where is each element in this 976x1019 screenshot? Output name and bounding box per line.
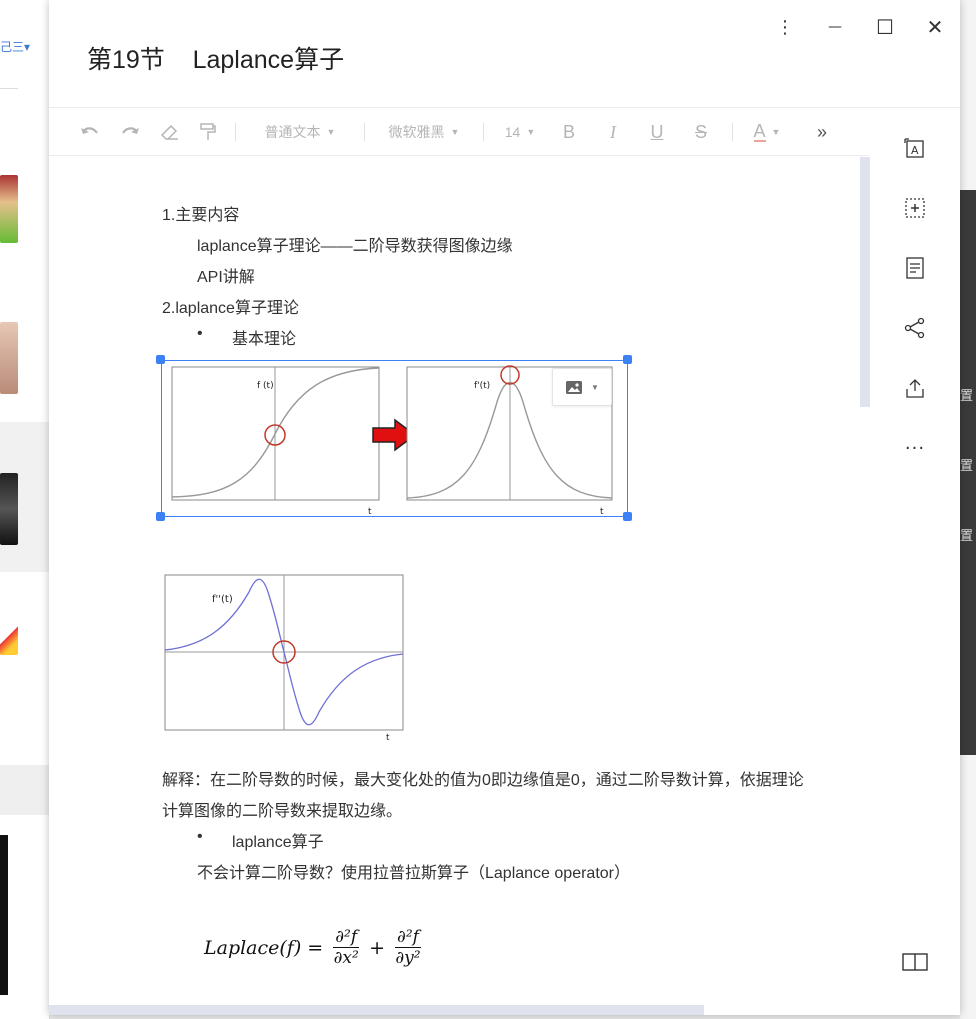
background-app-left: 己三▾ (0, 0, 50, 1019)
background-text: 置 (960, 529, 974, 544)
note-paragraph: 不会计算二阶导数？使用拉普拉斯算子（Laplance operator） (197, 865, 630, 882)
list-item: laplance算子理论——二阶导数获得图像边缘 (197, 238, 513, 255)
vertical-scrollbar[interactable] (860, 157, 870, 407)
bullet-dot: • (197, 828, 203, 845)
second-derivative-graph-image[interactable]: f''(t) t (164, 572, 409, 742)
more-tools-button[interactable]: » (807, 117, 837, 147)
undo-icon (81, 127, 98, 134)
redo-button[interactable] (115, 117, 145, 147)
upload-icon (906, 379, 924, 398)
note-editor-window: 第19节 Laplance算子 ⋮ — ☐ ✕ 普通文本 ▼ 微软雅黑 ▼ 14 ▼ (49, 0, 960, 1015)
background-menu-stub: 己三▾ (0, 40, 31, 54)
formula-plus: + (369, 936, 386, 959)
horizontal-scrollbar[interactable] (49, 1005, 704, 1015)
bullet-item-laplance: laplance算子 (232, 834, 324, 851)
close-button[interactable]: ✕ (922, 14, 948, 40)
graph3-ylabel: f''(t) (212, 594, 233, 605)
chevron-down-icon: ▼ (591, 382, 599, 392)
underline-button[interactable]: U (640, 117, 674, 147)
font-color-select[interactable]: A ▼ (747, 117, 787, 147)
clear-format-button[interactable] (155, 117, 185, 147)
document-title[interactable]: 第19节 Laplance算子 (87, 40, 344, 76)
font-family-label: 微软雅黑 (388, 124, 445, 140)
export-button[interactable] (900, 373, 930, 403)
background-thumbnail (0, 322, 18, 394)
resize-handle[interactable] (623, 512, 632, 521)
chevron-down-icon: ▼ (326, 127, 336, 137)
undo-button[interactable] (75, 117, 105, 147)
add-box-icon (905, 198, 925, 218)
resize-handle[interactable] (156, 512, 165, 521)
toolbar-divider (364, 123, 365, 141)
formula-denominator: ∂y² (395, 948, 421, 968)
chevron-down-icon: ▼ (771, 127, 781, 137)
paragraph-style-select[interactable]: 普通文本 ▼ (250, 117, 350, 147)
formula-lhs: Laplace(f) = (204, 936, 324, 959)
title-bar: 第19节 Laplance算子 ⋮ — ☐ ✕ (49, 0, 960, 108)
panel-layout-icon (902, 953, 928, 971)
format-painter-button[interactable] (195, 117, 221, 147)
insert-button[interactable] (900, 193, 930, 223)
eraser-icon (161, 124, 178, 140)
more-sidebar-button[interactable]: ··· (900, 433, 930, 463)
bold-button[interactable]: B (552, 117, 586, 147)
divider (0, 88, 18, 89)
italic-button[interactable]: I (596, 117, 630, 147)
font-size-label: 14 (504, 124, 521, 140)
background-dark-panel (0, 835, 8, 995)
maximize-button[interactable]: ☐ (872, 14, 898, 40)
format-painter-icon (200, 123, 216, 140)
graph3-xlabel: t (386, 733, 390, 742)
right-sidebar: A ··· (870, 109, 960, 1015)
heading-main-content: 1.主要内容 (162, 207, 240, 224)
more-options-button[interactable]: ⋮ (772, 14, 798, 40)
resize-handle[interactable] (156, 355, 165, 364)
toolbar-divider (235, 123, 236, 141)
heading-theory: 2.laplance算子理论 (162, 300, 299, 317)
background-app-right: 置 置 置 (960, 0, 976, 1019)
formula-denominator: ∂x² (333, 948, 359, 968)
font-family-select[interactable]: 微软雅黑 ▼ (379, 117, 469, 147)
paragraph-style-label: 普通文本 (264, 124, 321, 140)
minimize-button[interactable]: — (822, 14, 848, 40)
redo-icon (122, 127, 139, 134)
explanation-paragraph: 计算图像的二阶导数来提取边缘。 (162, 803, 403, 820)
background-thumbnail (0, 473, 18, 545)
text-box-icon: A (904, 138, 924, 158)
laplace-formula: Laplace(f) = ∂²f ∂x² + ∂²f ∂y² (204, 927, 425, 968)
share-button[interactable] (900, 313, 930, 343)
background-text: 置 (960, 389, 974, 404)
bullet-item-basic-theory: 基本理论 (232, 331, 297, 348)
background-row (0, 765, 50, 815)
share-icon (904, 317, 925, 339)
document-icon (906, 257, 924, 279)
background-thumbnail (0, 175, 18, 243)
text-style-button[interactable]: A (900, 133, 930, 163)
formula-numerator: ∂²f (333, 927, 360, 948)
font-size-select[interactable]: 14 ▼ (498, 117, 542, 147)
formula-fraction: ∂²f ∂x² (333, 927, 360, 968)
bullet-dot: • (197, 325, 203, 342)
outline-button[interactable] (900, 253, 930, 283)
background-thumbnail (0, 625, 18, 655)
font-color-icon: A (753, 121, 766, 142)
toolbar-divider (483, 123, 484, 141)
toggle-panel-button[interactable] (900, 947, 930, 977)
strikethrough-button[interactable]: S (684, 117, 718, 147)
image-icon (566, 380, 583, 394)
list-item: API讲解 (197, 269, 255, 286)
chevron-down-icon: ▼ (450, 127, 460, 137)
svg-text:A: A (911, 144, 919, 157)
explanation-paragraph: 解释：在二阶导数的时候，最大变化处的值为0即边缘值是0，通过二阶导数计算，依据理… (162, 772, 804, 789)
chevron-down-icon: ▼ (526, 127, 536, 137)
editor-content[interactable]: 1.主要内容 laplance算子理论——二阶导数获得图像边缘 API讲解 2.… (49, 157, 860, 1005)
toolbar-divider (732, 123, 733, 141)
formula-fraction: ∂²f ∂y² (395, 927, 421, 968)
background-text: 置 (960, 459, 974, 474)
formula-numerator: ∂²f (395, 927, 421, 948)
image-options-button[interactable]: ▼ (552, 368, 612, 406)
resize-handle[interactable] (623, 355, 632, 364)
formatting-toolbar: 普通文本 ▼ 微软雅黑 ▼ 14 ▼ B I U S A ▼ » (49, 109, 869, 156)
